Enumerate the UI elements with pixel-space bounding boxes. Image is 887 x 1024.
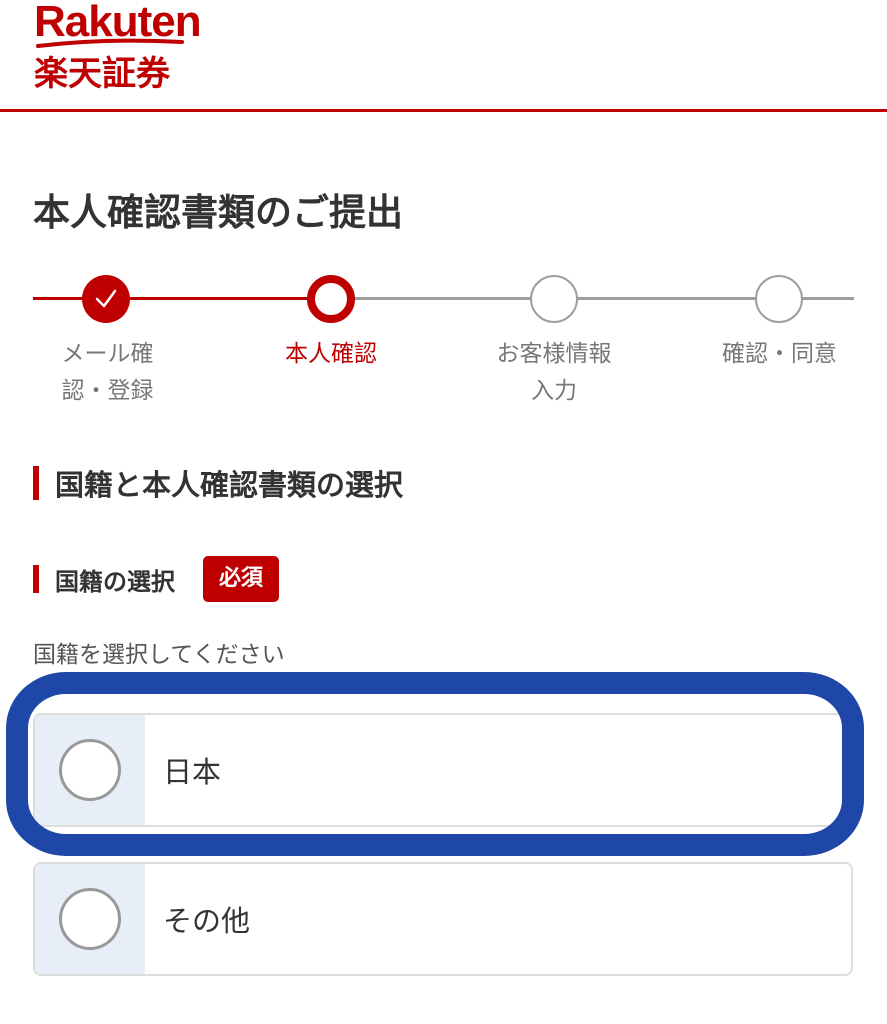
rakuten-securities-logo[interactable]: Rakuten 楽天証券 bbox=[34, 0, 202, 94]
step-2-circle bbox=[307, 275, 355, 323]
heading-accent-bar bbox=[33, 466, 39, 500]
step-4-label: 確認・同意 bbox=[722, 341, 837, 367]
logo-japanese: 楽天証券 bbox=[34, 54, 170, 94]
page: Rakuten 楽天証券 本人確認書類のご提出 メール確 認・登録 本人確認 お… bbox=[0, 0, 887, 1024]
section-heading: 国籍と本人確認書類の選択 bbox=[33, 462, 403, 504]
step-2-label: 本人確認 bbox=[285, 341, 377, 367]
nationality-option-other[interactable]: その他 bbox=[33, 862, 853, 976]
nationality-option-japan[interactable]: 日本 bbox=[33, 713, 853, 827]
step-3-label: お客様情報 入力 bbox=[496, 341, 612, 404]
option-label: 日本 bbox=[163, 755, 222, 789]
step-1-label: メール確 認・登録 bbox=[61, 341, 154, 404]
heading-accent-bar bbox=[33, 565, 39, 593]
header: Rakuten 楽天証券 bbox=[0, 0, 887, 112]
nationality-heading-text: 国籍の選択 bbox=[55, 567, 175, 596]
step-3-circle bbox=[530, 275, 578, 323]
progress-stepper: メール確 認・登録 本人確認 お客様情報 入力 確認・同意 bbox=[0, 270, 887, 410]
logo-swoosh-icon bbox=[36, 38, 184, 48]
nationality-hint: 国籍を選択してください bbox=[33, 642, 285, 668]
stepper-line-completed bbox=[33, 297, 333, 300]
check-icon bbox=[95, 289, 117, 308]
step-4-circle bbox=[755, 275, 803, 323]
nationality-heading: 国籍の選択 必須 bbox=[33, 556, 280, 602]
radio-button[interactable] bbox=[59, 888, 121, 950]
step-1-circle bbox=[82, 275, 130, 323]
header-divider bbox=[0, 109, 887, 112]
option-label: その他 bbox=[163, 904, 251, 938]
radio-cell bbox=[35, 715, 145, 825]
radio-button[interactable] bbox=[59, 739, 121, 801]
required-badge: 必須 bbox=[203, 556, 280, 602]
radio-cell bbox=[35, 864, 145, 974]
section-heading-text: 国籍と本人確認書類の選択 bbox=[55, 468, 404, 502]
page-title: 本人確認書類のご提出 bbox=[33, 191, 403, 234]
